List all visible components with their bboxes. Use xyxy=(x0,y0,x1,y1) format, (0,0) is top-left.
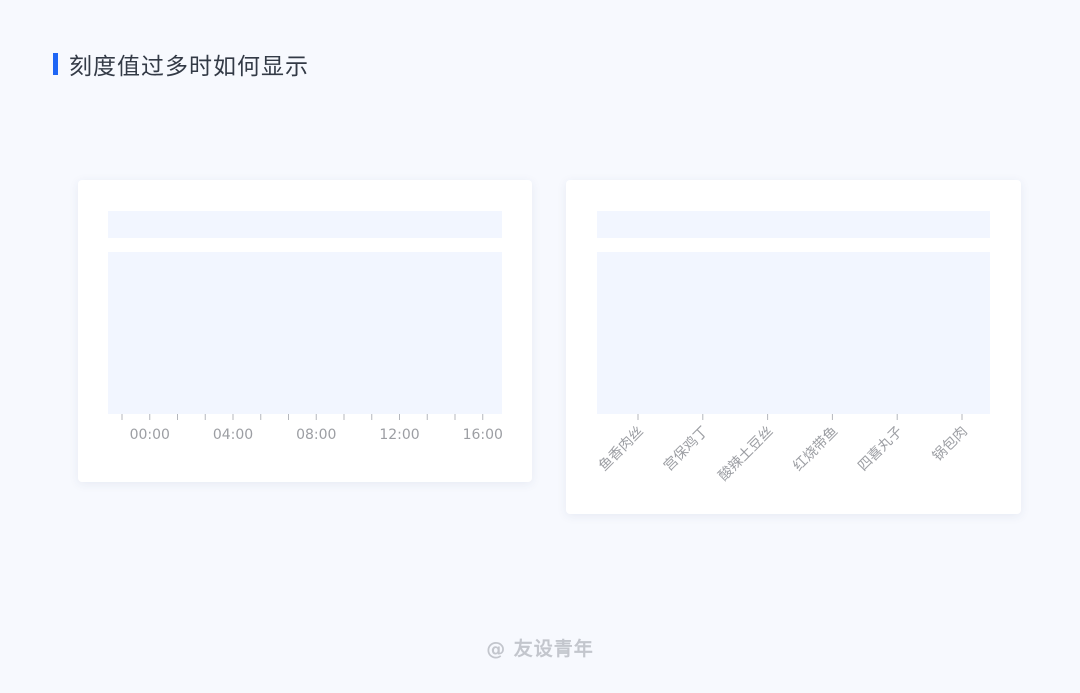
x-axis-tick-label: 酸辣土豆丝 xyxy=(716,424,777,485)
chart-card-time-axis: 00:00 04:00 08:00 12:00 16:00 xyxy=(78,180,532,482)
x-axis-tick-label: 08:00 xyxy=(296,427,336,443)
chart-card-category-axis: 鱼香肉丝 宫保鸡丁 酸辣土豆丝 红烧带鱼 四喜丸子 锅包肉 xyxy=(566,180,1021,514)
x-axis-tick-label: 04:00 xyxy=(213,427,253,443)
time-axis-chart: 00:00 04:00 08:00 12:00 16:00 xyxy=(108,211,503,443)
section-heading: 刻度值过多时如何显示 xyxy=(53,50,309,80)
legend-placeholder xyxy=(108,211,502,238)
x-axis-tick-label: 红烧带鱼 xyxy=(790,423,842,475)
x-axis-tick-label: 12:00 xyxy=(379,427,419,443)
plot-area xyxy=(108,252,502,414)
x-axis-tick-label: 宫保鸡丁 xyxy=(660,423,712,475)
legend-placeholder xyxy=(597,211,990,238)
page-title: 刻度值过多时如何显示 xyxy=(69,54,309,80)
footer-watermark: @ 友设青年 xyxy=(486,638,594,660)
plot-area xyxy=(597,252,990,414)
x-axis-tick-label: 00:00 xyxy=(130,427,170,443)
heading-accent-bar xyxy=(53,53,58,75)
x-axis-tick-label: 鱼香肉丝 xyxy=(595,423,647,475)
x-axis-tick-label: 锅包肉 xyxy=(930,424,971,465)
category-axis-chart: 鱼香肉丝 宫保鸡丁 酸辣土豆丝 红烧带鱼 四喜丸子 锅包肉 xyxy=(595,211,990,485)
x-axis-tick-label: 四喜丸子 xyxy=(855,424,906,475)
x-axis-tick-label: 16:00 xyxy=(463,427,503,443)
